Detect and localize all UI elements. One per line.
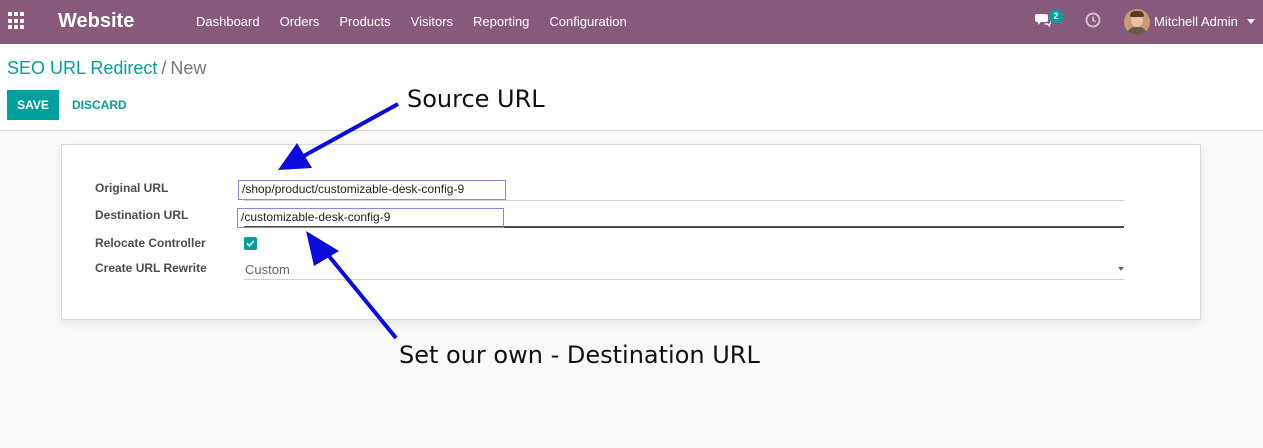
menu-item-dashboard[interactable]: Dashboard [186,0,270,44]
chevron-down-icon[interactable] [1247,19,1255,24]
user-menu-name[interactable]: Mitchell Admin [1154,0,1238,44]
original-url-label: Original URL [95,181,169,195]
breadcrumb-parent[interactable]: SEO URL Redirect [7,58,157,78]
app-name[interactable]: Website [58,10,134,33]
breadcrumb-separator: / [161,58,167,78]
breadcrumb-current: New [170,58,207,78]
main-menu: Dashboard Orders Products Visitors Repor… [186,0,637,44]
menu-item-configuration[interactable]: Configuration [539,0,636,44]
check-icon [246,240,255,247]
relocate-controller-label: Relocate Controller [95,236,206,250]
menu-item-visitors[interactable]: Visitors [401,0,463,44]
activity-clock-icon[interactable] [1085,12,1101,28]
original-url-underline [244,200,1124,201]
top-navbar: Website Dashboard Orders Products Visito… [0,0,1263,44]
create-url-rewrite-underline [244,279,1124,280]
save-button[interactable]: SAVE [7,90,59,120]
select-caret-icon[interactable] [1118,267,1124,271]
source-url-annotation: Source URL [407,85,545,113]
menu-item-orders[interactable]: Orders [270,0,330,44]
original-url-input[interactable]: /shop/product/customizable-desk-config-9 [242,182,464,196]
create-url-rewrite-select[interactable]: Custom [245,262,290,277]
create-url-rewrite-label: Create URL Rewrite [95,261,207,275]
apps-menu-icon[interactable] [8,12,26,30]
menu-item-reporting[interactable]: Reporting [463,0,539,44]
relocate-controller-checkbox[interactable] [244,237,257,250]
chat-count-badge: 2 [1049,10,1063,23]
user-avatar[interactable] [1124,9,1150,35]
form-sheet: Original URL /shop/product/customizable-… [61,144,1201,320]
menu-item-products[interactable]: Products [329,0,400,44]
destination-url-label: Destination URL [95,208,189,222]
destination-url-input[interactable]: /customizable-desk-config-9 [241,210,390,224]
control-panel: SEO URL Redirect / New SAVE DISCARD [0,44,1263,131]
breadcrumb: SEO URL Redirect / New [7,58,206,79]
discard-button[interactable]: DISCARD [64,90,135,120]
destination-url-annotation: Set our own - Destination URL [399,341,760,369]
